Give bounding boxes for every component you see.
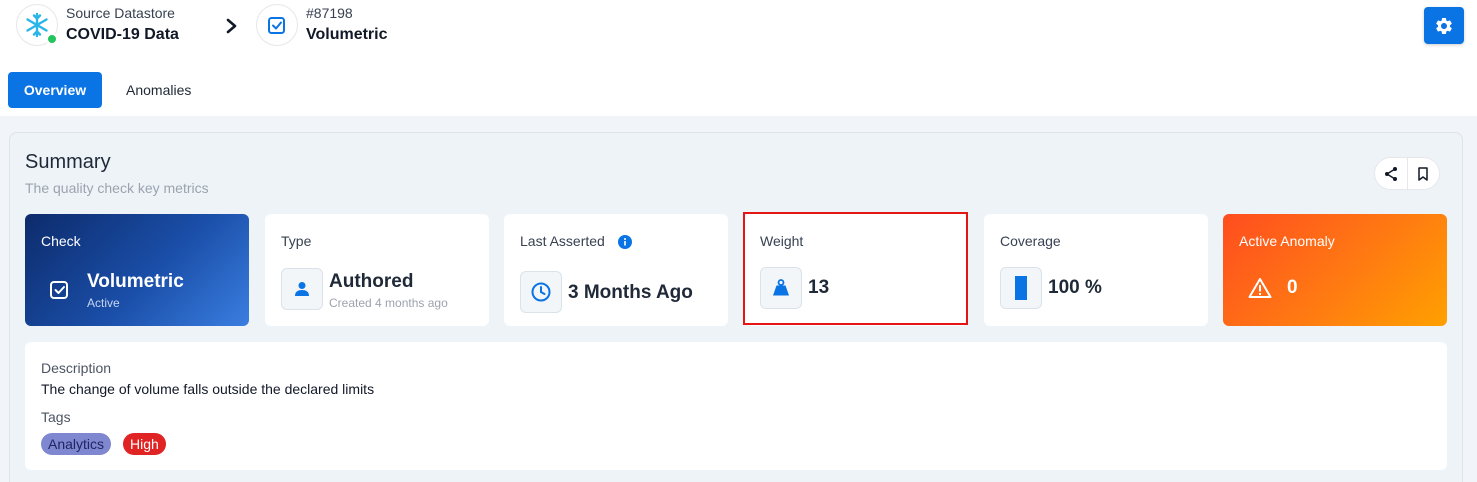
weight-card-label: Weight: [760, 233, 804, 249]
tab-anomalies[interactable]: Anomalies: [110, 72, 207, 108]
breadcrumb-check[interactable]: #87198 Volumetric: [256, 4, 388, 46]
info-icon[interactable]: [618, 235, 632, 249]
coverage-bar-icon: [1000, 267, 1042, 309]
tab-overview[interactable]: Overview: [8, 72, 102, 108]
type-card-value: Authored: [329, 271, 414, 292]
last-asserted-value: 3 Months Ago: [568, 282, 693, 303]
summary-subtitle: The quality check key metrics: [25, 180, 209, 196]
warning-icon: [1248, 278, 1272, 298]
bookmark-button[interactable]: [1406, 158, 1439, 189]
datastore-name[interactable]: COVID-19 Data: [66, 24, 179, 46]
check-card: Check Volumetric Active: [25, 214, 249, 326]
active-anomaly-label: Active Anomaly: [1239, 233, 1335, 249]
bookmark-icon: [1418, 166, 1429, 181]
check-id: #87198: [306, 5, 353, 21]
type-card-created: Created 4 months ago: [329, 296, 448, 310]
coverage-fill: [1016, 277, 1026, 299]
clock-icon: [520, 271, 562, 313]
tag-high[interactable]: High: [123, 433, 166, 455]
description-label: Description: [41, 360, 112, 376]
last-asserted-label: Last Asserted: [520, 233, 605, 249]
share-icon: [1384, 166, 1397, 181]
check-name: Volumetric: [306, 26, 388, 43]
user-icon: [281, 268, 323, 310]
weight-card-value: 13: [808, 277, 830, 298]
coverage-card: Coverage 100 %: [984, 214, 1208, 326]
description-text: The change of volume falls outside the d…: [41, 381, 375, 397]
coverage-card-value: 100 %: [1048, 277, 1102, 298]
weight-card: Weight 13: [744, 214, 968, 326]
status-online-dot: [46, 33, 58, 45]
tags-label: Tags: [41, 409, 71, 425]
check-card-value: Volumetric: [87, 271, 184, 292]
gear-icon: [1436, 17, 1452, 34]
tag-analytics[interactable]: Analytics: [41, 433, 112, 455]
check-square-icon: [50, 281, 68, 299]
coverage-card-label: Coverage: [1000, 233, 1061, 249]
type-card-label: Type: [281, 233, 312, 249]
description-section: Description The change of volume falls o…: [25, 342, 1447, 470]
check-card-label: Check: [41, 233, 81, 249]
type-card: Type Authored Created 4 months ago: [265, 214, 489, 326]
page-header: Source Datastore COVID-19 Data #87198 Vo…: [0, 0, 1477, 60]
summary-actions: [1374, 157, 1440, 190]
check-square-icon: [256, 4, 298, 46]
share-button[interactable]: [1375, 158, 1407, 189]
weight-icon: [760, 267, 802, 309]
check-card-status: Active: [87, 296, 120, 310]
last-asserted-card: Last Asserted 3 Months Ago: [504, 214, 728, 326]
chevron-right-icon: [226, 18, 237, 34]
breadcrumb-datastore[interactable]: Source Datastore COVID-19 Data: [16, 4, 179, 46]
summary-title: Summary: [25, 151, 111, 173]
snowflake-icon: [16, 4, 58, 46]
datastore-label: Source Datastore: [66, 5, 175, 21]
active-anomaly-card[interactable]: Active Anomaly 0: [1223, 214, 1447, 326]
settings-button[interactable]: [1424, 7, 1464, 44]
active-anomaly-value: 0: [1287, 277, 1298, 298]
